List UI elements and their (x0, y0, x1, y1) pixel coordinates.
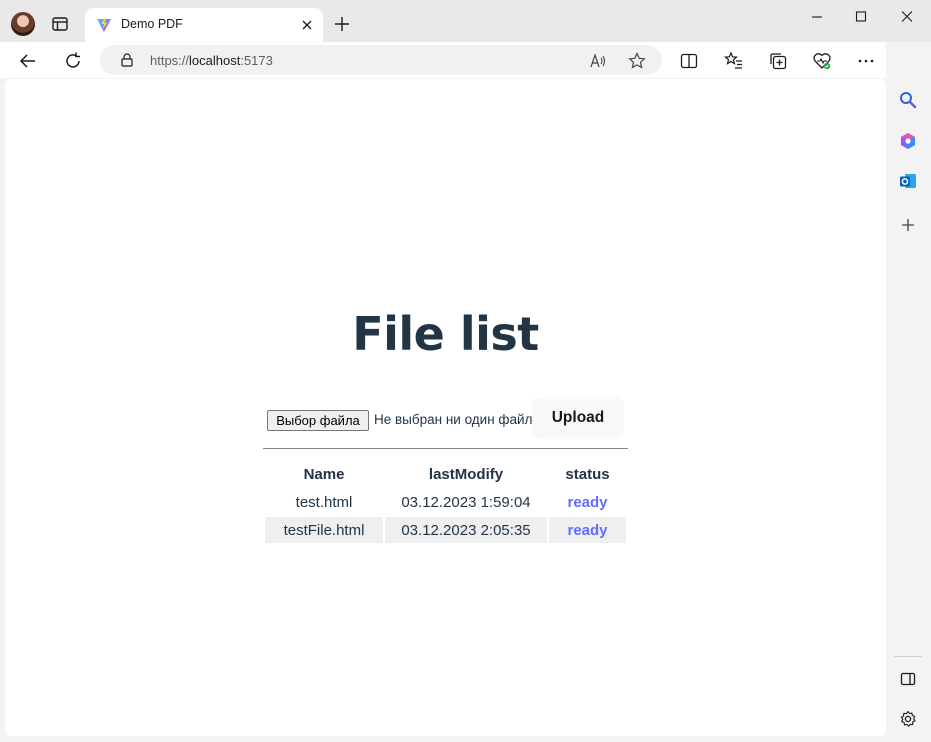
status-link[interactable]: ready (549, 489, 626, 515)
browser-toolbar: https://localhost:5173 (0, 42, 931, 78)
search-icon[interactable] (898, 90, 918, 110)
vite-favicon (97, 18, 111, 32)
file-table: Name lastModify status test.html 03.12.2… (263, 459, 628, 545)
url-port: :5173 (240, 53, 273, 68)
refresh-icon[interactable] (63, 51, 83, 71)
browser-essentials-icon[interactable] (812, 51, 832, 71)
file-name-cell: testFile.html (265, 517, 383, 543)
page-title: File list (352, 307, 539, 361)
file-name-cell: test.html (295, 493, 353, 511)
lock-icon[interactable] (120, 53, 134, 67)
url-host: localhost (189, 53, 241, 68)
settings-icon[interactable] (898, 709, 918, 729)
divider (263, 448, 628, 449)
tab-title: Demo PDF (121, 17, 183, 31)
hide-sidebar-icon[interactable] (898, 669, 918, 689)
active-tab[interactable]: Demo PDF (85, 8, 323, 42)
choose-file-button[interactable]: Выбор файла (267, 410, 369, 431)
back-icon[interactable] (18, 51, 38, 71)
column-header-status: status (565, 465, 610, 483)
address-bar[interactable]: https://localhost:5173 (100, 45, 662, 75)
profile-avatar[interactable] (11, 12, 35, 36)
favorite-star-icon[interactable] (628, 52, 646, 70)
split-screen-icon[interactable] (679, 51, 699, 71)
file-input-status: Не выбран ни один файл (374, 412, 533, 427)
maximize-icon[interactable] (851, 8, 871, 26)
upload-form: Выбор файла Не выбран ни один файл Uploa… (267, 397, 629, 439)
more-icon[interactable] (856, 51, 876, 71)
microsoft365-icon[interactable] (898, 131, 918, 151)
column-header-name: Name (303, 465, 345, 483)
outlook-icon[interactable] (898, 171, 918, 191)
page-viewport: File list Выбор файла Не выбран ни один … (5, 79, 886, 736)
upload-button[interactable]: Upload (532, 397, 624, 439)
close-tab-icon[interactable] (299, 17, 315, 33)
add-icon[interactable] (898, 215, 918, 235)
status-link[interactable]: ready (549, 517, 626, 543)
edge-sidebar (886, 42, 931, 742)
tab-actions-icon[interactable] (50, 14, 70, 34)
sidebar-divider (894, 656, 922, 657)
title-bar: Demo PDF (0, 0, 931, 42)
url-text: https://localhost:5173 (150, 53, 273, 68)
favorites-icon[interactable] (724, 51, 744, 71)
close-window-icon[interactable] (897, 8, 917, 26)
column-header-last-modify: lastModify (428, 465, 504, 483)
table-row: test.html 03.12.2023 1:59:04 ready (265, 489, 626, 515)
read-aloud-icon[interactable] (589, 52, 607, 70)
new-tab-icon[interactable] (333, 15, 351, 33)
table-row: testFile.html 03.12.2023 2:05:35 ready (265, 517, 626, 543)
last-modify-cell: 03.12.2023 1:59:04 (401, 493, 531, 511)
collections-icon[interactable] (768, 51, 788, 71)
url-scheme: https:// (150, 53, 190, 68)
minimize-icon[interactable] (807, 8, 827, 26)
table-header-row: Name lastModify status (265, 461, 626, 487)
last-modify-cell: 03.12.2023 2:05:35 (385, 517, 547, 543)
